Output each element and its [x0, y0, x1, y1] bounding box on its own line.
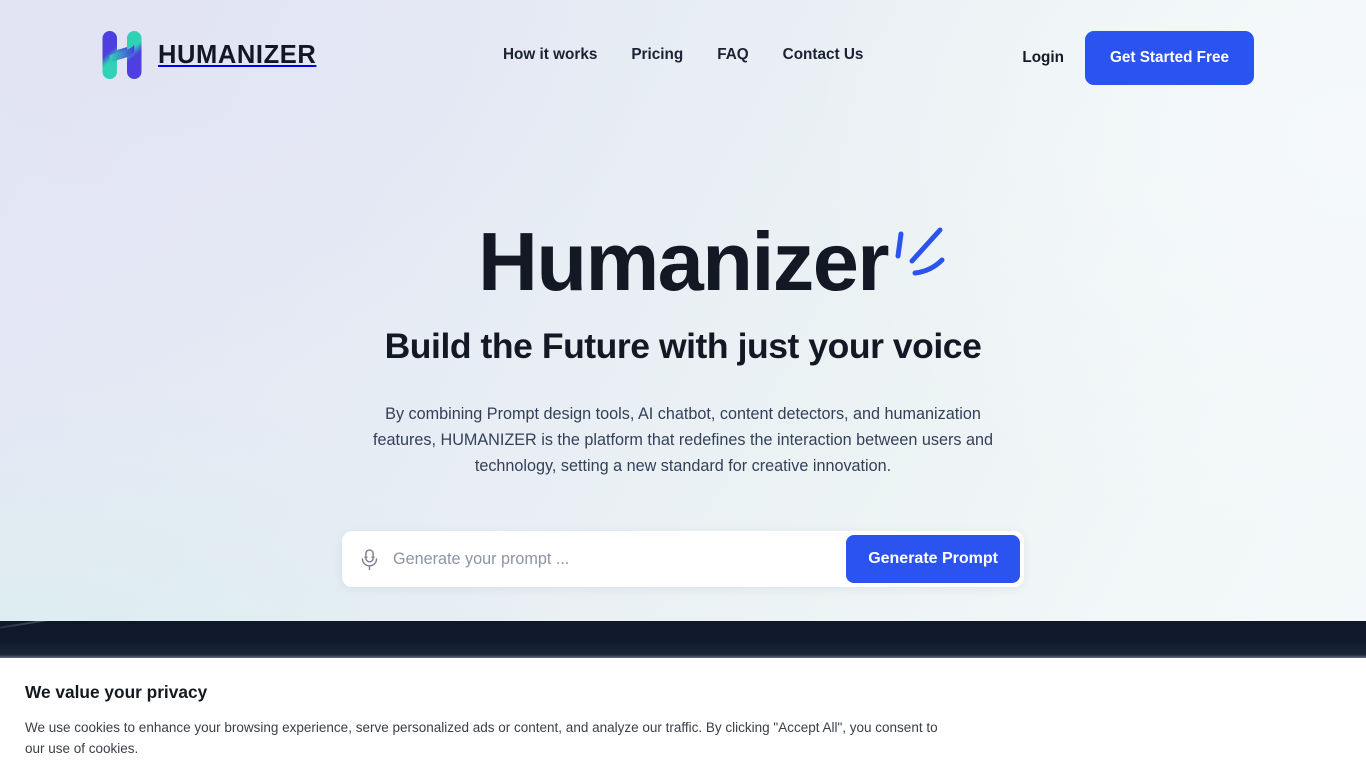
- page-root: HUMANIZER How it works Pricing FAQ Conta…: [0, 0, 1366, 768]
- dark-section-band: [0, 621, 1366, 660]
- header-actions: Login Get Started Free: [1022, 31, 1254, 85]
- cookie-text-column: We value your privacy We use cookies to …: [25, 682, 955, 759]
- hero-subtitle: Build the Future with just your voice: [384, 326, 982, 366]
- prompt-bar: Generate Prompt: [342, 531, 1024, 587]
- cookie-banner-body: We use cookies to enhance your browsing …: [25, 720, 938, 756]
- nav-item-faq[interactable]: FAQ: [717, 46, 748, 64]
- hero-section: Humanizer Build the Future with just you…: [0, 220, 1366, 479]
- generate-prompt-button[interactable]: Generate Prompt: [846, 535, 1020, 583]
- cookie-banner-title: We value your privacy: [25, 682, 208, 702]
- get-started-free-button[interactable]: Get Started Free: [1084, 31, 1254, 85]
- site-header: HUMANIZER How it works Pricing FAQ Conta…: [0, 0, 1366, 112]
- humanizer-h-logo-icon: [102, 31, 142, 79]
- nav-item-contact-us[interactable]: Contact Us: [783, 46, 864, 64]
- cookie-consent-banner: We value your privacy We use cookies to …: [0, 658, 1366, 768]
- band-diagonal-streak: [0, 621, 188, 635]
- brand-logo-link[interactable]: HUMANIZER: [101, 29, 316, 81]
- hero-title-wrap: Humanizer: [478, 215, 945, 308]
- brand-name: HUMANIZER: [158, 40, 317, 69]
- login-link[interactable]: Login: [1022, 49, 1064, 67]
- sparkle-flourish-icon: [895, 227, 945, 276]
- hero-description: By combining Prompt design tools, AI cha…: [373, 404, 993, 475]
- main-nav: How it works Pricing FAQ Contact Us: [503, 46, 863, 64]
- microphone-icon[interactable]: [359, 548, 380, 571]
- prompt-input[interactable]: [380, 549, 843, 569]
- nav-item-how-it-works[interactable]: How it works: [503, 46, 597, 64]
- hero-title: Humanizer: [478, 215, 890, 308]
- nav-item-pricing[interactable]: Pricing: [631, 46, 683, 64]
